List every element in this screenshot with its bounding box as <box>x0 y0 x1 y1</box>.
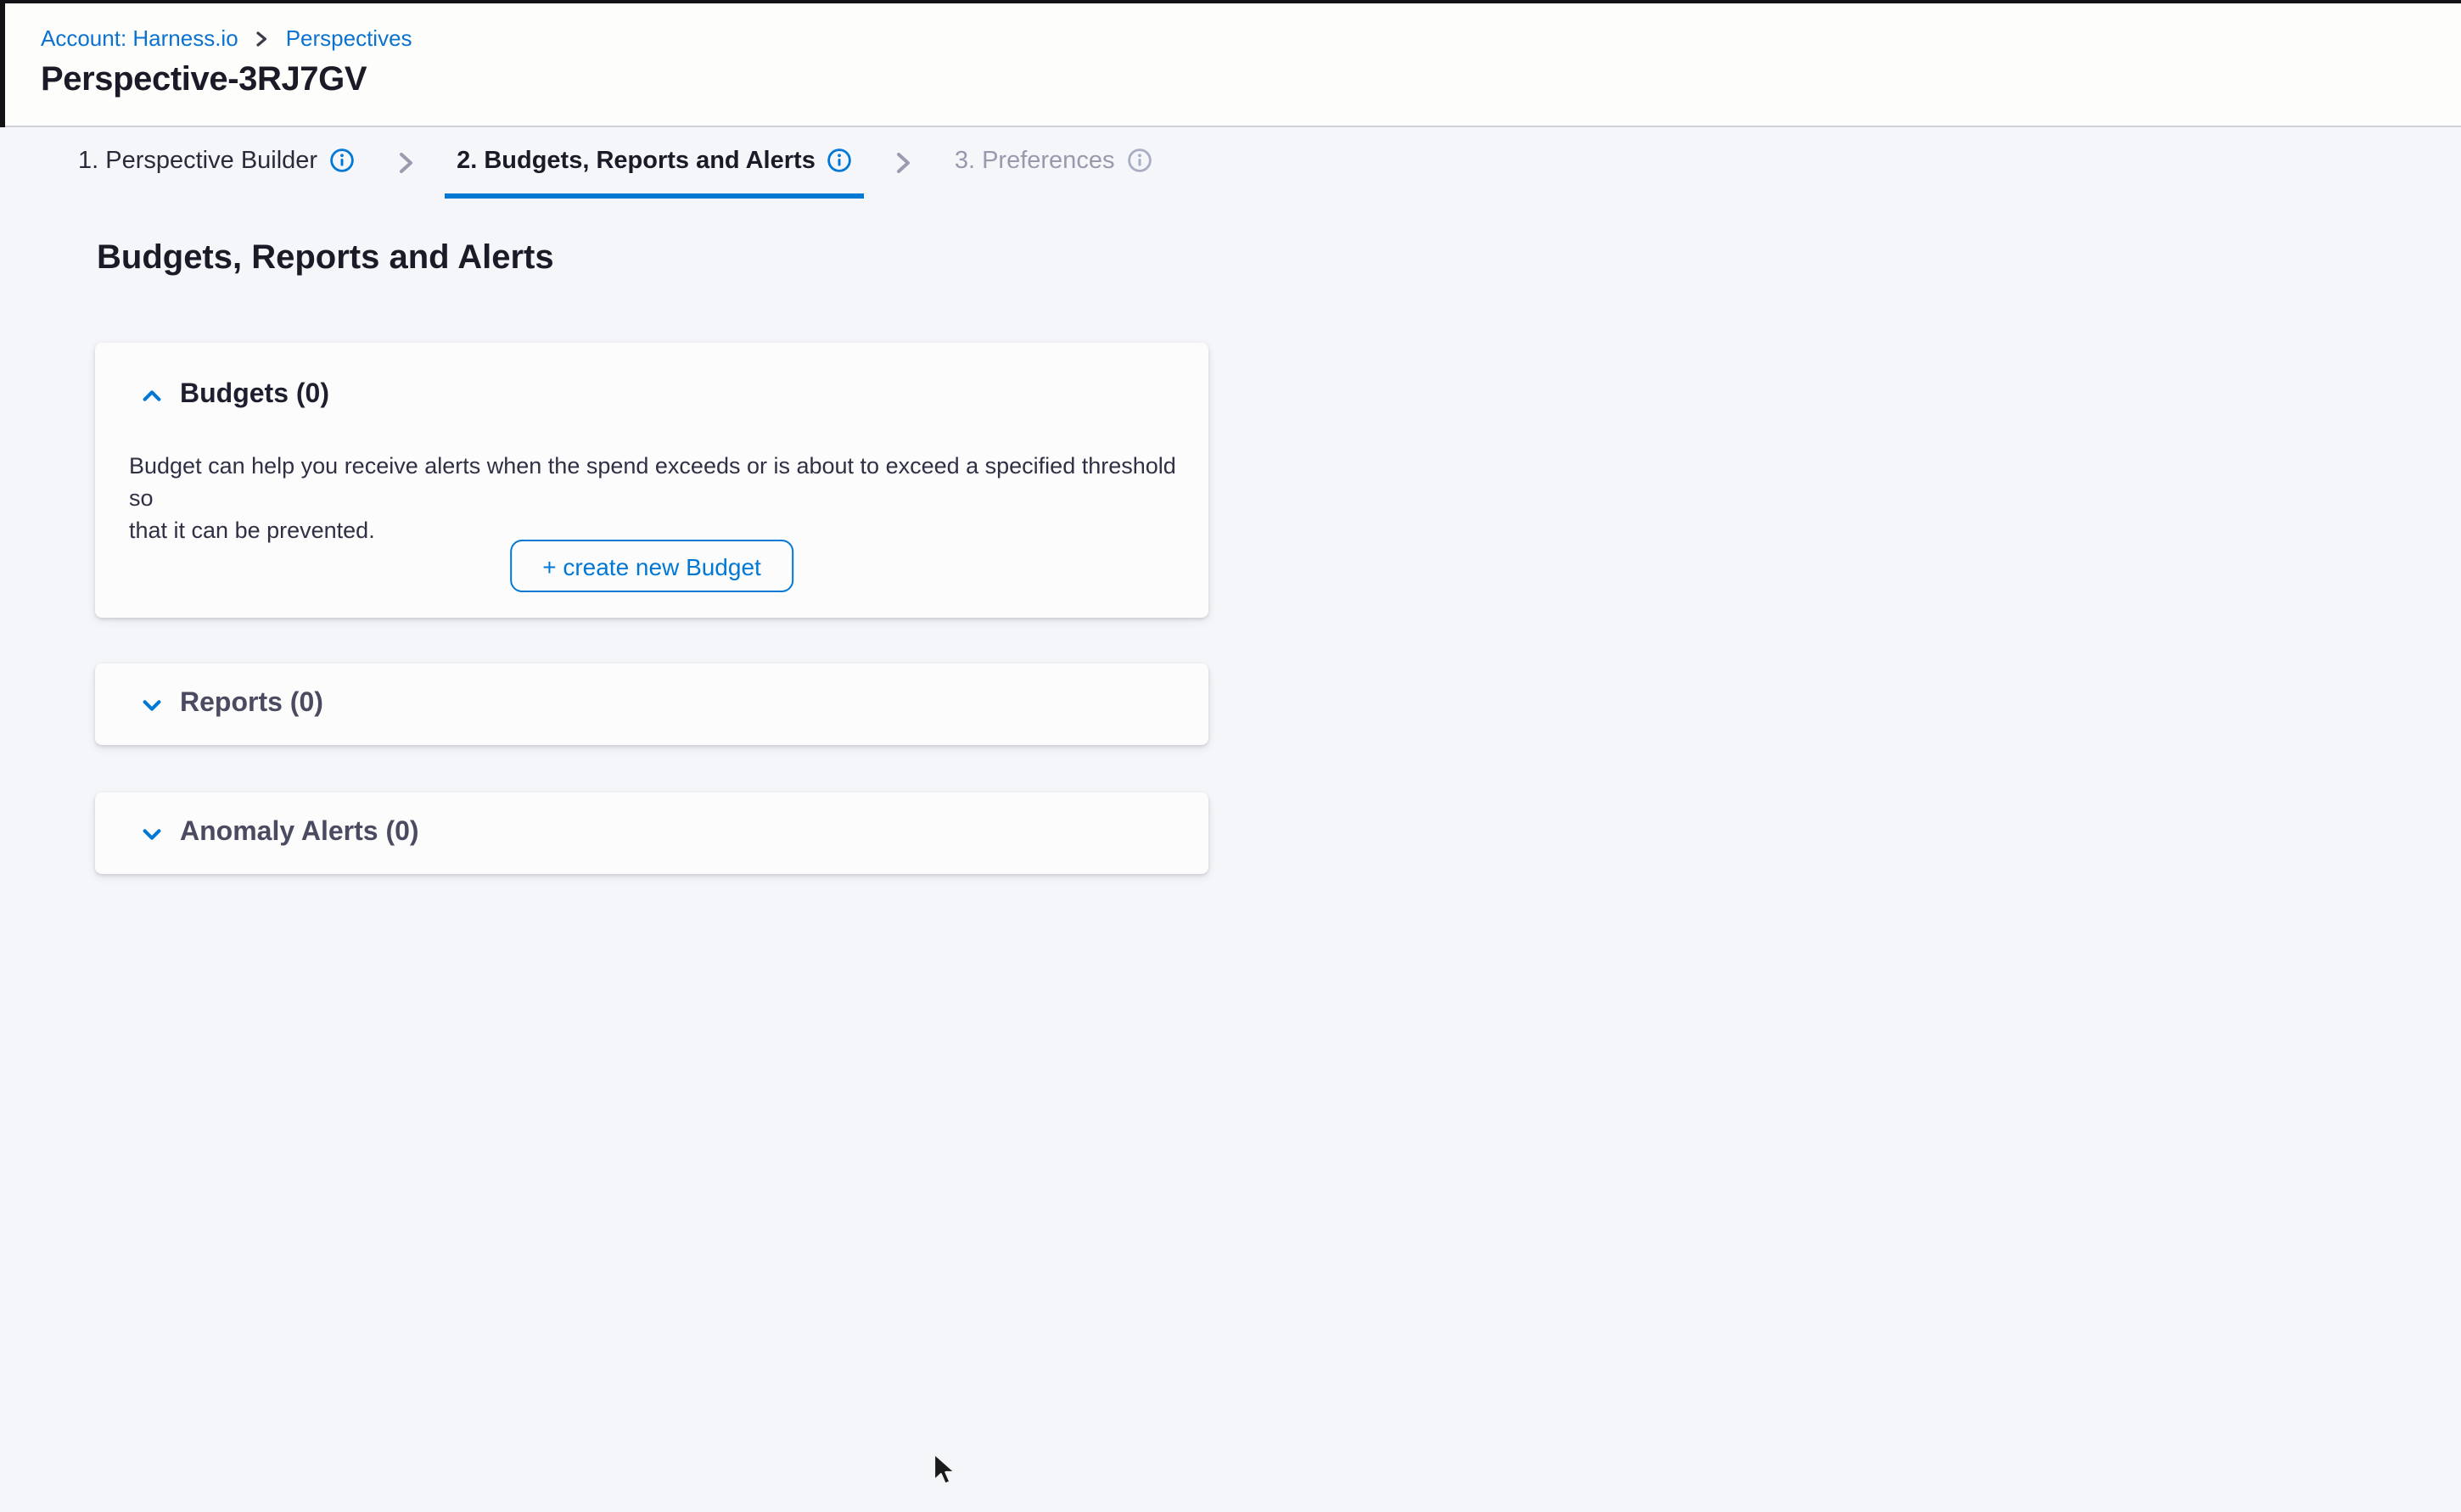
anomaly-alerts-card-title: Anomaly Alerts (0) <box>180 818 419 848</box>
chevron-right-icon <box>890 149 917 176</box>
chevron-down-icon <box>141 693 163 715</box>
reports-card: Reports (0) <box>95 664 1208 745</box>
app-screen: Account: Harness.io Perspectives Perspec… <box>0 0 2461 1512</box>
breadcrumb-perspectives-link[interactable]: Perspectives <box>286 25 412 51</box>
info-icon[interactable] <box>1126 148 1152 173</box>
create-budget-button[interactable]: + create new Budget <box>510 540 793 592</box>
chevron-right-icon <box>392 149 419 176</box>
tab-budgets-reports-alerts[interactable]: 2. Budgets, Reports and Alerts <box>445 127 865 199</box>
page-header: Account: Harness.io Perspectives Perspec… <box>0 0 2461 127</box>
reports-card-title: Reports (0) <box>180 689 323 720</box>
tab-label: 2. Budgets, Reports and Alerts <box>457 147 816 174</box>
window-edge-top <box>0 0 2461 3</box>
chevron-down-icon <box>141 822 163 844</box>
section-heading: Budgets, Reports and Alerts <box>97 239 554 278</box>
anomaly-alerts-card: Anomaly Alerts (0) <box>95 792 1208 874</box>
budgets-card-title: Budgets (0) <box>180 380 329 411</box>
tab-perspective-builder[interactable]: 1. Perspective Builder <box>66 127 367 199</box>
breadcrumb-chevron-icon <box>254 30 271 47</box>
breadcrumb: Account: Harness.io Perspectives <box>41 25 412 51</box>
reports-card-header[interactable]: Reports (0) <box>95 664 1208 745</box>
wizard-tabbar: 1. Perspective Builder 2. Budgets, Repor… <box>0 127 2461 199</box>
breadcrumb-account-link[interactable]: Account: Harness.io <box>41 25 238 51</box>
budgets-card-header[interactable]: Budgets (0) <box>141 380 329 411</box>
info-icon[interactable] <box>329 148 355 173</box>
mouse-cursor <box>932 1453 957 1498</box>
info-icon[interactable] <box>827 148 853 173</box>
window-edge-left <box>0 0 4 127</box>
tab-label: 3. Preferences <box>955 147 1115 174</box>
anomaly-alerts-card-header[interactable]: Anomaly Alerts (0) <box>95 792 1208 874</box>
page-title: Perspective-3RJ7GV <box>41 61 367 100</box>
chevron-up-icon <box>141 384 163 406</box>
budgets-description-line1: Budget can help you receive alerts when … <box>129 450 1202 514</box>
budgets-card: Budgets (0) Budget can help you receive … <box>95 343 1208 618</box>
tab-label: 1. Perspective Builder <box>78 147 317 174</box>
budgets-description: Budget can help you receive alerts when … <box>129 450 1202 546</box>
tab-preferences[interactable]: 3. Preferences <box>943 127 1164 199</box>
